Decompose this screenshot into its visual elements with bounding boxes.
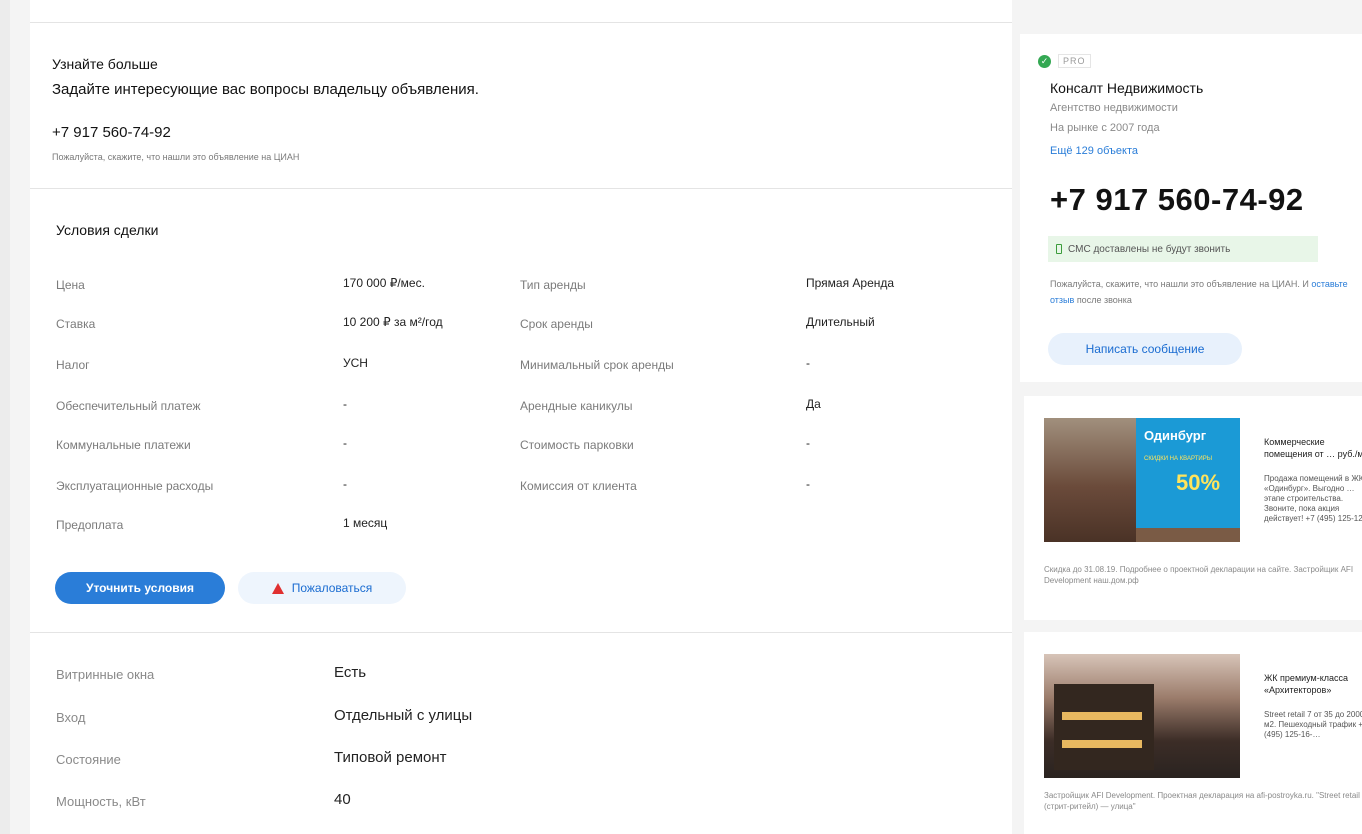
main-column: Узнайте больше Задайте интересующие вас … [30, 0, 1012, 834]
deal-label: Обеспечительный платеж [56, 399, 201, 413]
clarify-terms-button[interactable]: Уточнить условия [55, 572, 225, 604]
deal-value: Длительный [806, 315, 875, 329]
sms-notice: СМС доставлены не будут звонить [1048, 236, 1318, 262]
deal-label: Цена [56, 278, 85, 292]
feature-value: Типовой ремонт [334, 749, 447, 766]
deal-label: Предоплата [56, 518, 124, 532]
complain-button[interactable]: Пожаловаться [238, 572, 406, 604]
feature-value: 40 [334, 791, 351, 808]
call-notice-tail: после звонка [1074, 295, 1132, 305]
feature-label: Витринные окна [56, 667, 155, 682]
agency-since: На рынке с 2007 года [1050, 122, 1160, 134]
deal-label: Комиссия от клиента [520, 479, 637, 493]
building-photo [1044, 418, 1136, 542]
agency-name[interactable]: Консалт Недвижимость [1050, 80, 1203, 96]
ad-title[interactable]: Коммерческие помещения от … руб./м2 [1264, 436, 1362, 460]
agency-more-link[interactable]: Ещё 129 объекта [1050, 145, 1138, 157]
deal-value: Да [806, 397, 821, 411]
deal-label: Тип аренды [520, 278, 586, 292]
warning-icon [271, 582, 284, 594]
feature-label: Вход [56, 710, 86, 725]
feature-label: Состояние [56, 752, 121, 767]
ad-banner: Одинбург скидки на квартиры 50% [1136, 418, 1240, 528]
agency-card: ✓ PRO Консалт Недвижимость Агентство нед… [1020, 34, 1362, 382]
deal-value: - [806, 356, 810, 370]
deal-value: 170 000 ₽/мес. [343, 276, 425, 290]
learn-more-note: Пожалуйста, скажите, что нашли это объяв… [52, 152, 300, 162]
complain-button-label: Пожаловаться [291, 581, 373, 595]
deal-value: - [806, 436, 810, 450]
street-photo [1136, 528, 1240, 542]
deal-label: Арендные каникулы [520, 399, 633, 413]
learn-more-title: Узнайте больше [52, 56, 158, 72]
pro-badge: PRO [1058, 54, 1091, 68]
agency-phone[interactable]: +7 917 560-74-92 [1050, 182, 1304, 218]
ad-footer: Скидка до 31.08.19. Подробнее о проектно… [1044, 565, 1354, 585]
deal-value: 10 200 ₽ за м²/год [343, 315, 443, 329]
deal-label: Срок аренды [520, 317, 593, 331]
deal-title: Условия сделки [56, 222, 159, 238]
deal-value: Прямая Аренда [806, 276, 895, 290]
left-gutter [0, 0, 10, 834]
agency-type: Агентство недвижимости [1050, 102, 1178, 114]
feature-label: Мощность, кВт [56, 794, 146, 809]
ad-card[interactable]: ЖК премиум-класса «Архитекторов» Street … [1024, 632, 1362, 834]
banner-brand: Одинбург [1144, 428, 1207, 443]
building-photo [1054, 684, 1154, 770]
deal-label: Налог [56, 358, 90, 372]
ad-title[interactable]: ЖК премиум-класса «Архитекторов» [1264, 672, 1362, 696]
learn-more-text: Задайте интересующие вас вопросы владель… [52, 81, 479, 98]
phone-icon [1056, 244, 1062, 254]
deal-label: Коммунальные платежи [56, 438, 191, 452]
ad-card[interactable]: Одинбург скидки на квартиры 50% Коммерче… [1024, 396, 1362, 620]
divider [30, 188, 1012, 189]
call-notice: Пожалуйста, скажите, что нашли это объяв… [1050, 276, 1360, 308]
deal-label: Стоимость парковки [520, 438, 634, 452]
deal-value: 1 месяц [343, 516, 388, 530]
deal-label: Эксплуатационные расходы [56, 479, 214, 493]
feature-value: Есть [334, 664, 367, 681]
deal-label: Минимальный срок аренды [520, 358, 674, 372]
lit-windows [1062, 712, 1142, 720]
ad-description: Продажа помещений в ЖК «Одинбург». Выгод… [1264, 474, 1362, 523]
ad-description: Street retail 7 от 35 до 2000 м2. Пешехо… [1264, 710, 1362, 739]
ad-footer: Застройщик AFI Development. Проектная де… [1044, 791, 1360, 811]
verified-check-icon: ✓ [1038, 55, 1051, 68]
deal-value: - [343, 436, 347, 450]
call-notice-text: Пожалуйста, скажите, что нашли это объяв… [1050, 279, 1312, 289]
divider [30, 632, 1012, 633]
deal-value: УСН [343, 356, 368, 370]
ad-image[interactable]: Одинбург скидки на квартиры 50% [1044, 418, 1240, 542]
feature-value: Отдельный с улицы [334, 707, 473, 724]
deal-value: - [343, 477, 347, 491]
learn-more-phone[interactable]: +7 917 560-74-92 [52, 124, 171, 141]
deal-value: - [343, 397, 347, 411]
banner-tag: скидки на квартиры [1144, 456, 1213, 462]
divider [30, 22, 1012, 23]
deal-label: Ставка [56, 317, 96, 331]
deal-value: - [806, 477, 810, 491]
write-message-button[interactable]: Написать сообщение [1048, 333, 1242, 365]
ad-image[interactable] [1044, 654, 1240, 778]
sms-notice-text: СМС доставлены не будут звонить [1068, 243, 1231, 255]
lit-windows [1062, 740, 1142, 748]
banner-value: 50% [1176, 470, 1221, 495]
